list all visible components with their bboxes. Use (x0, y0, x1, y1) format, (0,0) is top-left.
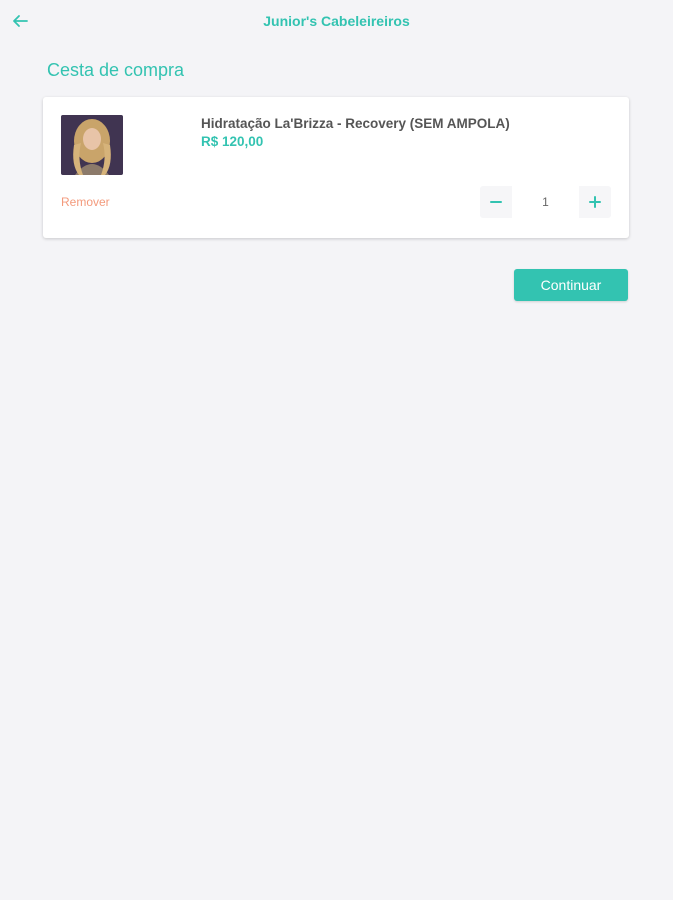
decrease-quantity-button[interactable] (480, 186, 512, 218)
page-title: Cesta de compra (47, 60, 185, 80)
quantity-value[interactable]: 1 (512, 186, 579, 218)
continue-button[interactable]: Continuar (514, 269, 628, 301)
plus-icon (589, 196, 601, 208)
product-name[interactable]: Hidratação La'Brizza - Recovery (SEM AMP… (201, 116, 510, 131)
remove-button[interactable]: Remover (61, 195, 110, 209)
top-bar: Junior's Cabeleireiros (0, 0, 673, 44)
app-title: Junior's Cabeleireiros (263, 13, 410, 29)
product-image (61, 115, 123, 175)
quantity-stepper: 1 (480, 186, 611, 218)
product-price: R$ 120,00 (201, 134, 264, 149)
increase-quantity-button[interactable] (579, 186, 611, 218)
minus-icon (490, 201, 502, 203)
cart-item-card: Hidratação La'Brizza - Recovery (SEM AMP… (43, 97, 629, 238)
